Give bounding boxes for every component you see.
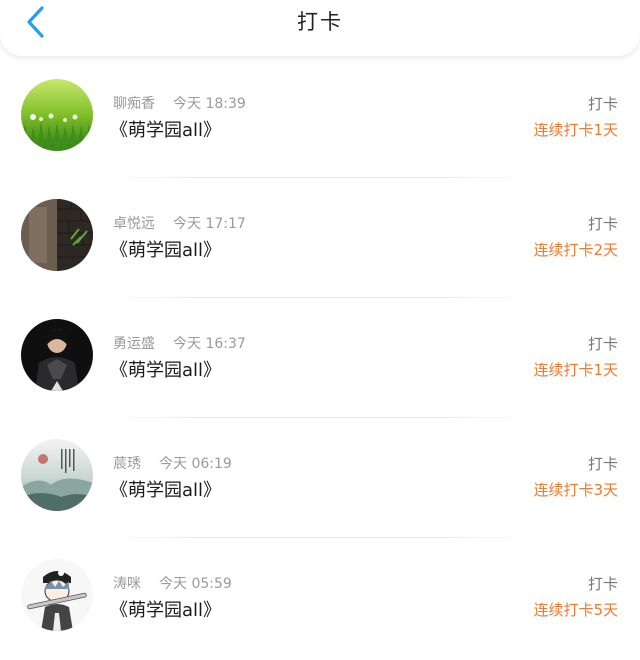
list-item[interactable]: 莀琇 今天 06:19 《萌学园all》 打卡 连续打卡3天	[0, 420, 640, 540]
streak-label: 连续打卡1天	[533, 361, 618, 379]
timestamp: 今天 05:59	[159, 576, 232, 592]
entry-meta: 莀琇 今天 06:19	[113, 453, 232, 473]
streak-label: 连续打卡2天	[533, 241, 618, 259]
group-name: 《萌学园all》	[110, 600, 222, 621]
streak-label: 连续打卡3天	[533, 481, 618, 499]
group-name: 《萌学园all》	[110, 120, 222, 141]
group-name: 《萌学园all》	[110, 240, 222, 261]
list-item[interactable]: 卓悦远 今天 17:17 《萌学园all》 打卡 连续打卡2天	[0, 180, 640, 300]
action-label: 打卡	[587, 335, 618, 353]
action-label: 打卡	[587, 455, 618, 473]
divider	[110, 417, 530, 418]
header-bar: 打卡	[0, 0, 640, 56]
divider	[110, 177, 530, 178]
action-label: 打卡	[587, 95, 618, 113]
timestamp: 今天 17:17	[173, 216, 246, 232]
list-item[interactable]: 勇运盛 今天 16:37 《萌学园all》 打卡 连续打卡1天	[0, 300, 640, 420]
entry-meta: 聊痴香 今天 18:39	[113, 93, 246, 113]
avatar[interactable]	[21, 439, 93, 511]
username[interactable]: 卓悦远	[113, 216, 155, 232]
timestamp: 今天 18:39	[173, 96, 246, 112]
entry-meta: 卓悦远 今天 17:17	[113, 213, 246, 233]
entry-meta: 涛咪 今天 05:59	[113, 573, 232, 593]
avatar[interactable]	[21, 319, 93, 391]
group-name: 《萌学园all》	[110, 360, 222, 381]
action-label: 打卡	[587, 215, 618, 233]
divider	[110, 537, 530, 538]
page-title: 打卡	[297, 10, 343, 34]
username[interactable]: 聊痴香	[113, 96, 155, 112]
timestamp: 今天 06:19	[159, 456, 232, 472]
avatar[interactable]	[21, 199, 93, 271]
streak-label: 连续打卡5天	[533, 601, 618, 619]
streak-label: 连续打卡1天	[533, 121, 618, 139]
checkin-list: 聊痴香 今天 18:39 《萌学园all》 打卡 连续打卡1天 卓悦远 今天 1…	[0, 60, 640, 660]
entry-meta: 勇运盛 今天 16:37	[113, 333, 246, 353]
username[interactable]: 涛咪	[113, 576, 141, 592]
divider	[110, 297, 530, 298]
list-item[interactable]: 聊痴香 今天 18:39 《萌学园all》 打卡 连续打卡1天	[0, 60, 640, 180]
avatar[interactable]	[21, 79, 93, 151]
username[interactable]: 莀琇	[113, 456, 141, 472]
action-label: 打卡	[587, 575, 618, 593]
list-item[interactable]: 涛咪 今天 05:59 《萌学园all》 打卡 连续打卡5天	[0, 540, 640, 660]
timestamp: 今天 16:37	[173, 336, 246, 352]
group-name: 《萌学园all》	[110, 480, 222, 501]
avatar[interactable]	[21, 559, 93, 631]
username[interactable]: 勇运盛	[113, 336, 155, 352]
